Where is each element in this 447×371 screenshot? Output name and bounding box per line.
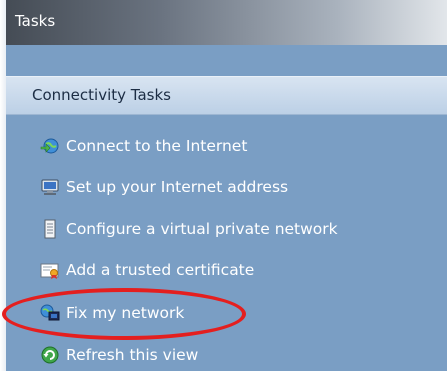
task-refresh-view[interactable]: Refresh this view	[40, 341, 198, 369]
vpn-document-icon	[40, 219, 60, 239]
network-repair-icon	[40, 303, 60, 323]
globe-connect-icon	[40, 136, 60, 156]
tasks-header-title: Tasks	[15, 12, 56, 30]
tasks-pane: Tasks Connectivity Tasks Connect to the …	[6, 0, 447, 371]
task-label: Refresh this view	[66, 346, 199, 364]
task-connect-to-internet[interactable]: Connect to the Internet	[40, 132, 247, 160]
tasks-header: Tasks	[6, 0, 447, 45]
refresh-icon	[40, 345, 60, 365]
section-title: Connectivity Tasks	[32, 86, 171, 104]
task-setup-internet-address[interactable]: Set up your Internet address	[40, 173, 288, 201]
task-label: Connect to the Internet	[66, 137, 248, 155]
task-label: Set up your Internet address	[66, 178, 289, 196]
certificate-icon	[40, 260, 60, 280]
task-add-trusted-certificate[interactable]: Add a trusted certificate	[40, 256, 254, 284]
task-label: Configure a virtual private network	[66, 220, 338, 238]
task-label: Add a trusted certificate	[66, 261, 255, 279]
task-fix-my-network[interactable]: Fix my network	[40, 299, 184, 327]
task-label: Fix my network	[66, 304, 185, 322]
task-configure-vpn[interactable]: Configure a virtual private network	[40, 215, 338, 243]
computer-address-icon	[40, 177, 60, 197]
connectivity-tasks-section[interactable]: Connectivity Tasks	[6, 76, 447, 115]
